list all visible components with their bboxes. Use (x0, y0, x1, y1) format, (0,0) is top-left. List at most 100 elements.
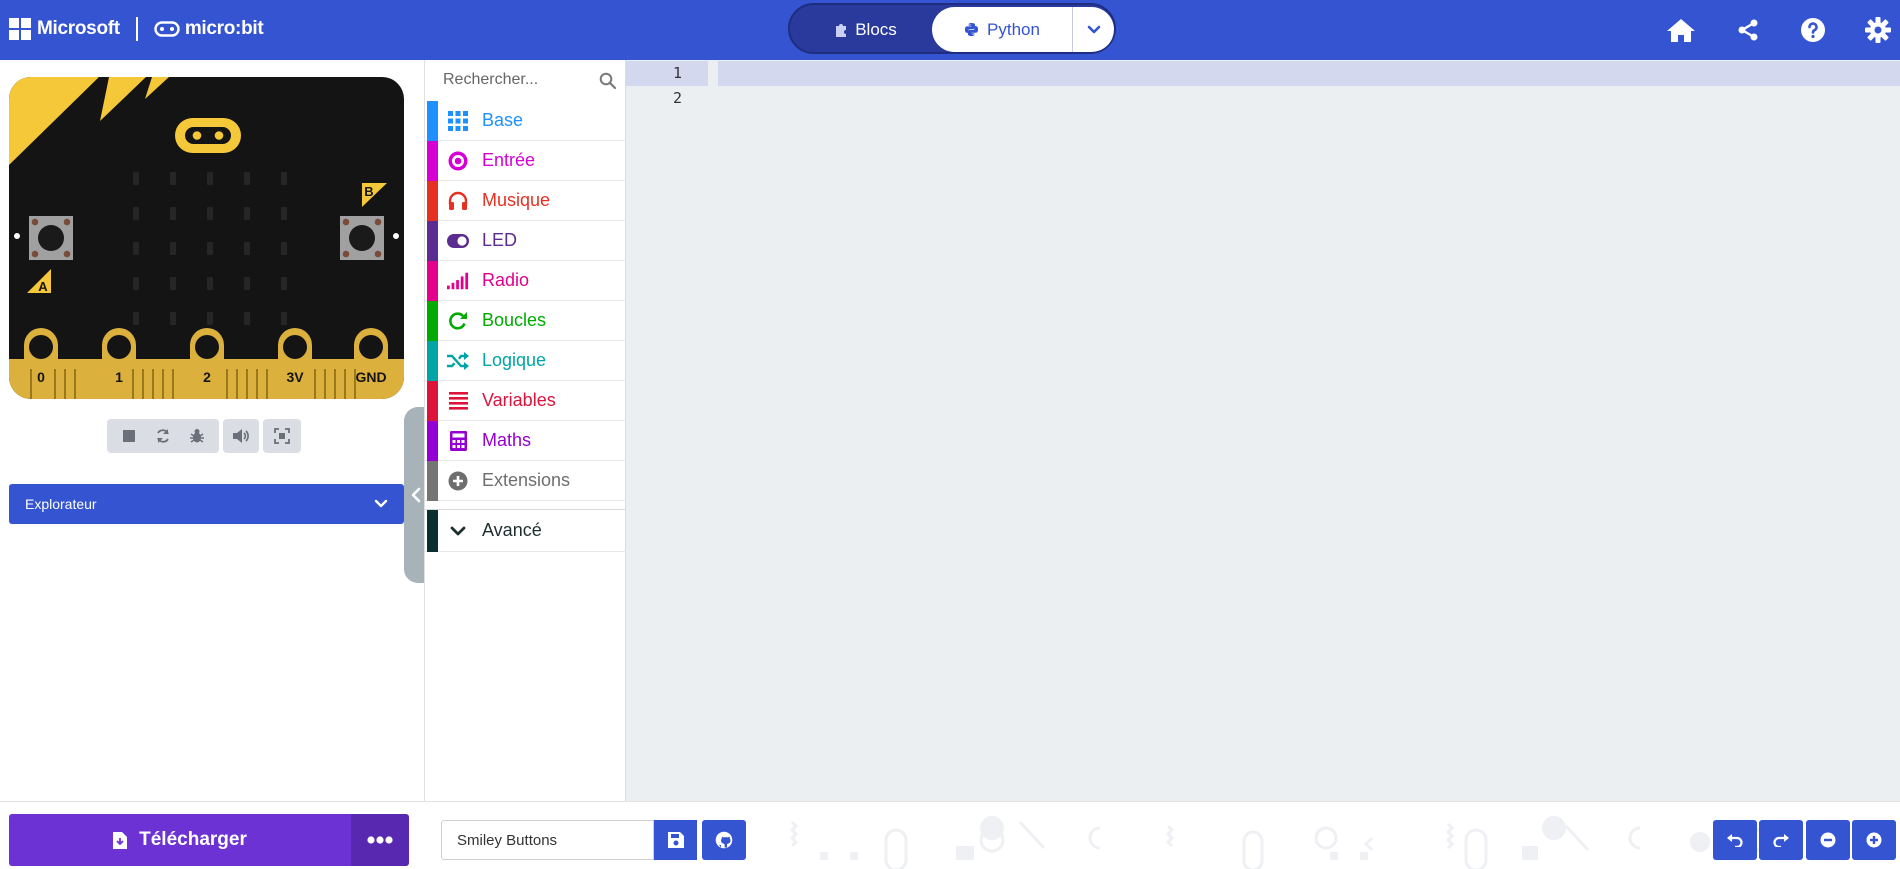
lines-icon (447, 391, 469, 411)
code-line[interactable]: 2 (626, 86, 1900, 111)
line-number: 2 (672, 89, 682, 107)
help-button[interactable] (1795, 12, 1831, 48)
category-label: Boucles (482, 310, 547, 330)
mode-dropdown-button[interactable] (1072, 7, 1114, 52)
category-avance[interactable]: Avancé (425, 510, 626, 552)
button-a-label: A (38, 279, 48, 294)
github-button[interactable] (702, 820, 746, 860)
fullscreen-control (263, 419, 301, 453)
python-mode-button[interactable]: Python (932, 7, 1072, 52)
brand-divider (135, 17, 138, 41)
loop-arrow-icon (447, 311, 469, 331)
blocks-mode-label: Blocs (855, 19, 897, 39)
zoom-out-button[interactable] (1806, 820, 1850, 860)
zoom-group (1806, 820, 1896, 860)
category-label: Extensions (482, 470, 571, 490)
category-color-stripe (427, 421, 438, 461)
settings-icon (1865, 17, 1891, 43)
category-entree[interactable]: Entrée (425, 141, 626, 181)
download-button[interactable]: Télécharger (9, 814, 351, 866)
category-label: Musique (482, 190, 551, 210)
chevron-down-icon (447, 521, 469, 541)
project-name-input[interactable] (457, 831, 647, 849)
plus-circle-icon (447, 471, 469, 491)
explorer-toggle[interactable]: Explorateur (9, 484, 404, 524)
category-maths[interactable]: Maths (425, 421, 626, 461)
category-color-stripe (427, 461, 438, 501)
search-icon[interactable] (599, 72, 616, 89)
category-variables[interactable]: Variables (425, 381, 626, 421)
top-bar: Microsoft micro:bit Blocs Python (0, 0, 1900, 60)
simulator-panel: A B 0 1 2 3V GND Explorateur (0, 60, 428, 801)
download-more-button[interactable] (351, 814, 409, 866)
code-editor[interactable]: 1 2 (626, 60, 1900, 801)
debug-button[interactable] (181, 421, 213, 451)
pin-gnd[interactable]: GND (354, 328, 388, 385)
share-icon (1738, 19, 1758, 41)
restart-icon (157, 429, 169, 443)
category-color-stripe (427, 101, 438, 141)
github-icon (715, 831, 733, 849)
category-label: Avancé (482, 520, 542, 540)
help-icon (1801, 18, 1825, 42)
sound-icon (233, 429, 249, 443)
microbit-logo[interactable]: micro:bit (154, 18, 264, 40)
editor-mode-toggle: Blocs Python (788, 3, 1116, 54)
category-label: LED (482, 230, 518, 250)
category-extensions[interactable]: Extensions (425, 461, 626, 501)
microbit-simulator-board[interactable]: A B 0 1 2 3V GND (9, 77, 404, 399)
category-label: Logique (482, 350, 547, 370)
simulator-main-controls (107, 419, 219, 453)
category-color-stripe (427, 301, 438, 341)
category-color-stripe (427, 341, 438, 381)
home-icon (1667, 19, 1695, 42)
category-label: Radio (482, 270, 530, 290)
undo-redo-group (1713, 820, 1803, 860)
pin-3v-label: 3V (286, 369, 304, 385)
explorer-label: Explorateur (25, 496, 97, 512)
blocks-mode-button[interactable]: Blocs (796, 10, 936, 49)
category-musique[interactable]: Musique (425, 181, 626, 221)
category-color-stripe (427, 141, 438, 181)
redo-icon (1773, 834, 1789, 847)
headphones-icon (447, 191, 469, 211)
home-button[interactable] (1663, 12, 1699, 48)
pin-1-label: 1 (115, 369, 123, 385)
python-icon (964, 22, 979, 37)
category-label: Base (482, 110, 524, 130)
category-led[interactable]: LED (425, 221, 626, 261)
shuffle-icon (447, 351, 469, 371)
category-base[interactable]: Base (425, 101, 626, 141)
restart-button[interactable] (147, 421, 179, 451)
puzzle-icon (835, 23, 847, 37)
zoom-in-button[interactable] (1852, 820, 1896, 860)
category-label: Entrée (482, 150, 536, 170)
fullscreen-button[interactable] (266, 421, 298, 451)
redo-button[interactable] (1759, 820, 1803, 860)
stop-button[interactable] (113, 421, 145, 451)
project-name-field (441, 820, 654, 860)
download-file-icon (113, 831, 128, 849)
python-mode-label: Python (987, 19, 1040, 39)
microbit-brand-label: micro:bit (184, 18, 264, 39)
category-boucles[interactable]: Boucles (425, 301, 626, 341)
microsoft-logo-icon (9, 18, 31, 40)
line-number: 1 (672, 64, 682, 82)
download-group: Télécharger (9, 814, 409, 866)
toggle-icon (447, 231, 469, 251)
pin-2-label: 2 (203, 369, 211, 385)
stop-icon (123, 430, 135, 442)
undo-button[interactable] (1713, 820, 1757, 860)
code-line[interactable]: 1 (626, 61, 1900, 86)
simulator-controls (107, 419, 301, 453)
zoom-in-icon (1866, 832, 1882, 848)
sound-button[interactable] (225, 421, 257, 451)
category-radio[interactable]: Radio (425, 261, 626, 301)
microbit-logo-icon (154, 21, 180, 37)
share-button[interactable] (1730, 12, 1766, 48)
category-logique[interactable]: Logique (425, 341, 626, 381)
search-input[interactable] (443, 71, 593, 89)
settings-button[interactable] (1860, 12, 1896, 48)
brand: Microsoft micro:bit (9, 17, 264, 41)
save-button[interactable] (654, 820, 697, 860)
